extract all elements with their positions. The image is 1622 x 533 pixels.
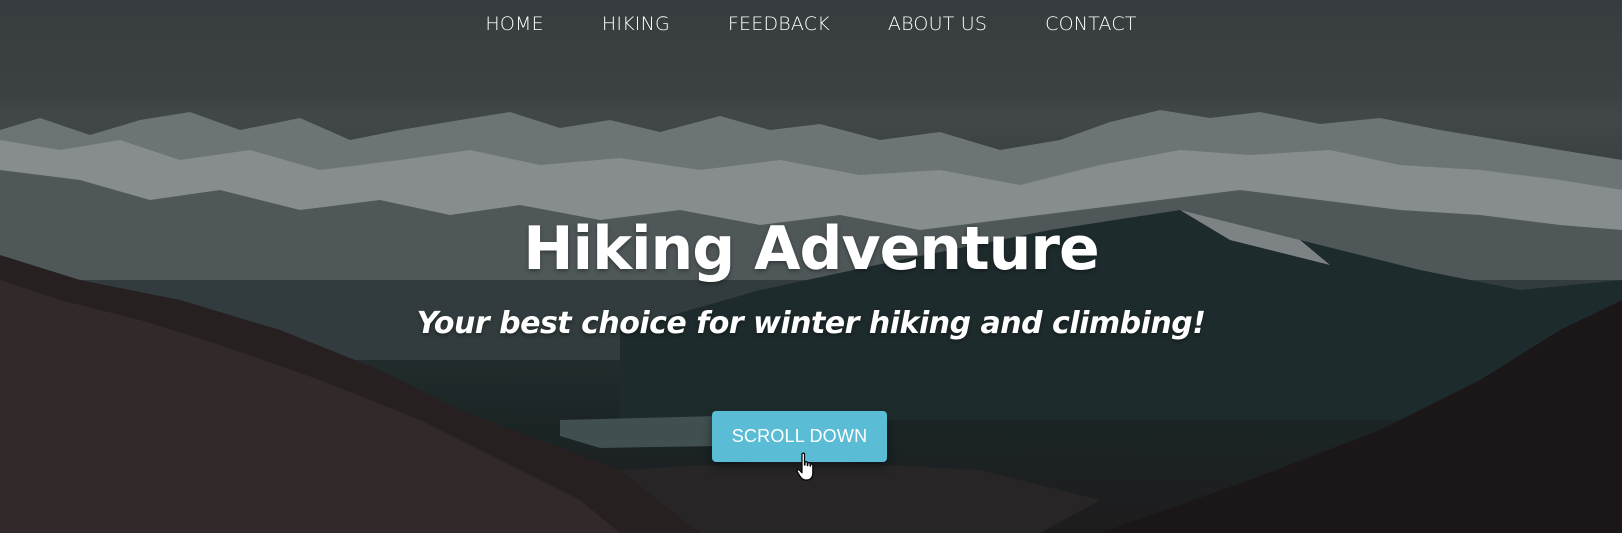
- main-nav: HOME HIKING FEEDBACK ABOUT US CONTACT: [0, 10, 1622, 38]
- nav-item-feedback[interactable]: FEEDBACK: [699, 10, 859, 38]
- hand-pointer-icon: [796, 452, 814, 481]
- nav-item-contact[interactable]: CONTACT: [1016, 10, 1166, 38]
- nav-item-home[interactable]: HOME: [456, 10, 572, 38]
- hero-section: HOME HIKING FEEDBACK ABOUT US CONTACT Hi…: [0, 0, 1622, 533]
- nav-item-about-us[interactable]: ABOUT US: [859, 10, 1016, 38]
- nav-item-hiking[interactable]: HIKING: [573, 10, 699, 38]
- hero-subtitle: Your best choice for winter hiking and c…: [416, 306, 1206, 341]
- hero-title: Hiking Adventure: [523, 214, 1099, 284]
